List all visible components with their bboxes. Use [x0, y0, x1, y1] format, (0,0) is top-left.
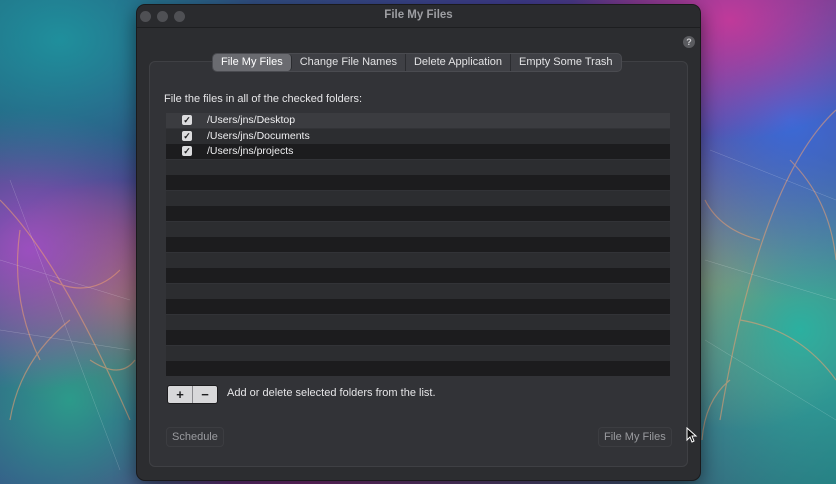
- title-bar[interactable]: File My Files: [137, 5, 700, 28]
- empty-list-row[interactable]: [166, 159, 670, 175]
- list-hint-label: Add or delete selected folders from the …: [227, 387, 436, 399]
- empty-list-row[interactable]: [166, 361, 670, 376]
- folder-path: /Users/jns/projects: [207, 145, 294, 157]
- folder-path: /Users/jns/Desktop: [207, 114, 296, 126]
- empty-list-row[interactable]: [166, 237, 670, 252]
- empty-list-row[interactable]: [166, 268, 670, 283]
- remove-folder-button[interactable]: −: [192, 386, 217, 403]
- folder-path: /Users/jns/Documents: [207, 129, 310, 142]
- file-my-files-button[interactable]: File My Files: [598, 427, 672, 447]
- empty-list-row[interactable]: [166, 252, 670, 268]
- empty-list-row[interactable]: [166, 283, 670, 299]
- empty-list-row[interactable]: [166, 299, 670, 314]
- tab-bar: File My Files Change File Names Delete A…: [212, 53, 622, 72]
- tab-delete-application[interactable]: Delete Application: [406, 54, 512, 71]
- list-edit-controls: + −: [167, 385, 218, 404]
- empty-list-row[interactable]: [166, 345, 670, 361]
- tab-change-file-names[interactable]: Change File Names: [292, 54, 406, 71]
- mouse-pointer-icon: [686, 427, 698, 443]
- folder-row[interactable]: ✓ /Users/jns/Documents: [166, 128, 670, 144]
- folder-list[interactable]: ✓ /Users/jns/Desktop ✓ /Users/jns/Documents…: [166, 113, 670, 379]
- add-folder-button[interactable]: +: [168, 386, 192, 403]
- help-button[interactable]: ?: [683, 36, 695, 48]
- folder-row[interactable]: ✓ /Users/jns/projects: [166, 144, 670, 159]
- folder-checkbox[interactable]: ✓: [182, 146, 192, 156]
- schedule-button[interactable]: Schedule: [166, 427, 224, 447]
- empty-list-row[interactable]: [166, 221, 670, 237]
- instruction-label: File the files in all of the checked fol…: [164, 93, 363, 105]
- folder-checkbox[interactable]: ✓: [182, 130, 192, 141]
- tab-empty-some-trash[interactable]: Empty Some Trash: [511, 54, 621, 71]
- folder-row[interactable]: ✓ /Users/jns/Desktop: [166, 113, 670, 128]
- empty-list-row[interactable]: [166, 206, 670, 221]
- window-title: File My Files: [384, 9, 453, 21]
- empty-list-row[interactable]: [166, 190, 670, 206]
- tab-file-my-files[interactable]: File My Files: [213, 54, 292, 71]
- empty-list-row[interactable]: [166, 314, 670, 330]
- empty-list-row[interactable]: [166, 330, 670, 345]
- app-window: File My Files ? File My Files Change Fil…: [137, 5, 700, 480]
- empty-list-row[interactable]: [166, 175, 670, 190]
- folder-checkbox[interactable]: ✓: [182, 115, 192, 125]
